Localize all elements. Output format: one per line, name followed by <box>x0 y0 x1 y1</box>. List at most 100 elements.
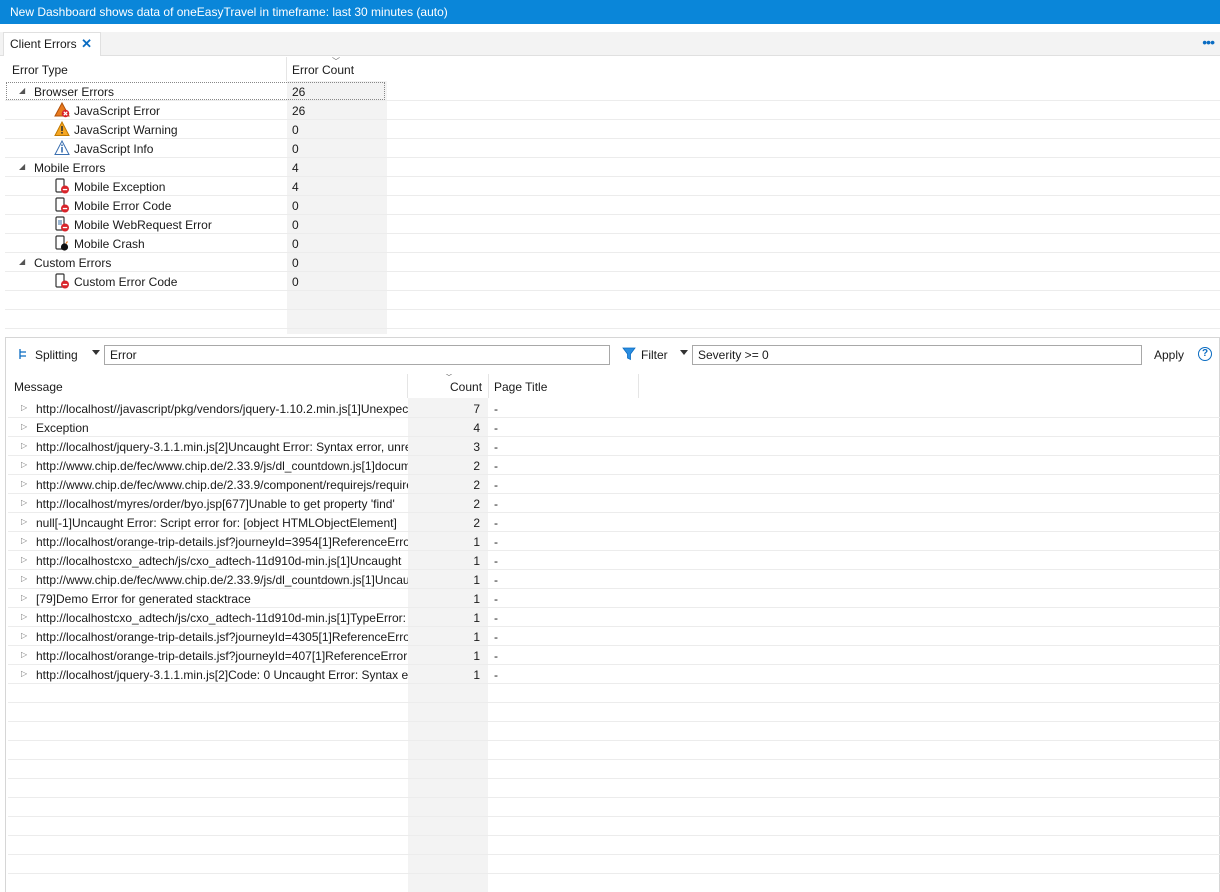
message-text: http://localhostcxo_adtech/js/cxo_adtech… <box>36 611 406 625</box>
expand-icon[interactable]: ▷ <box>21 555 27 564</box>
message-row[interactable]: ▷ Exception 4- <box>8 418 1220 437</box>
error-triangle-icon <box>54 102 70 118</box>
message-page-title: - <box>494 649 498 663</box>
custom-error-code-icon <box>55 273 69 289</box>
filter-dropdown-icon[interactable] <box>680 350 688 355</box>
tree-row-count: 0 <box>292 123 299 137</box>
tree-row-label: Browser Errors <box>34 85 115 99</box>
message-row[interactable]: ▷ http://localhost/orange-trip-details.js… <box>8 627 1220 646</box>
message-row-empty <box>8 817 1220 836</box>
expand-icon[interactable]: ▷ <box>21 422 27 431</box>
tree-row-label: Custom Error Code <box>74 275 178 289</box>
tree-row-custom-errors[interactable]: ◢ Custom Errors 0 <box>5 253 1220 272</box>
splitting-label[interactable]: Splitting <box>35 348 78 362</box>
message-text: http://localhost/myres/order/byo.jsp[677… <box>36 497 395 511</box>
message-page-title: - <box>494 592 498 606</box>
expand-icon[interactable]: ▷ <box>21 650 27 659</box>
messages-table: Message ﹀ Count Page Title ▷ http://local… <box>8 374 1220 892</box>
expand-icon[interactable]: ▷ <box>21 441 27 450</box>
expand-icon[interactable]: ▷ <box>21 517 27 526</box>
message-text: http://localhost/jquery-3.1.1.min.js[2]U… <box>36 440 408 454</box>
more-icon[interactable]: ••• <box>1202 34 1215 50</box>
message-text: http://localhost/orange-trip-details.jsf… <box>36 630 408 644</box>
column-header-error-type[interactable]: Error Type <box>12 63 68 77</box>
mobile-error-code-icon <box>55 197 69 213</box>
message-count: 1 <box>473 573 480 587</box>
message-count: 2 <box>473 478 480 492</box>
message-text: http://localhost/orange-trip-details.jsf… <box>36 535 408 549</box>
tree-row-mobile-errors[interactable]: ◢ Mobile Errors 4 <box>5 158 1220 177</box>
message-text: Exception <box>36 421 89 435</box>
message-page-title: - <box>494 630 498 644</box>
tree-row-label: Mobile Crash <box>74 237 145 251</box>
mobile-exception-icon <box>55 178 69 194</box>
column-header-page-title[interactable]: Page Title <box>494 380 547 394</box>
message-row-empty <box>8 874 1220 892</box>
message-page-title: - <box>494 402 498 416</box>
close-icon[interactable]: ✕ <box>81 36 92 52</box>
message-count: 1 <box>473 611 480 625</box>
filter-label[interactable]: Filter <box>641 348 668 362</box>
message-count: 2 <box>473 516 480 530</box>
expand-icon[interactable]: ▷ <box>21 460 27 469</box>
splitting-dropdown-icon[interactable] <box>92 350 100 355</box>
expand-icon[interactable]: ▷ <box>21 498 27 507</box>
window-title: New Dashboard shows data of oneEasyTrave… <box>0 0 1220 24</box>
tree-header: Error Type ﹀ Error Count <box>5 57 387 81</box>
message-page-title: - <box>494 497 498 511</box>
filter-input[interactable] <box>692 345 1142 365</box>
message-row[interactable]: ▷ http://localhost/jquery-3.1.1.min.js[2]… <box>8 665 1220 684</box>
column-separator <box>286 57 287 81</box>
tree-row-mobile-error-code[interactable]: Mobile Error Code 0 <box>5 196 1220 215</box>
tree-row-custom-error-code[interactable]: Custom Error Code 0 <box>5 272 1220 291</box>
column-header-count[interactable]: Count <box>450 380 482 394</box>
message-row[interactable]: ▷ [79]Demo Error for generated stacktrace… <box>8 589 1220 608</box>
expand-icon[interactable]: ▷ <box>21 574 27 583</box>
message-count: 1 <box>473 592 480 606</box>
tree-row-javascript-warning[interactable]: JavaScript Warning 0 <box>5 120 1220 139</box>
expand-icon[interactable]: ▷ <box>21 631 27 640</box>
tree-row-count: 0 <box>292 199 299 213</box>
message-row[interactable]: ▷ http://localhostcxo_adtech/js/cxo_adtec… <box>8 551 1220 570</box>
apply-button[interactable]: Apply <box>1154 348 1184 362</box>
message-row[interactable]: ▷ http://www.chip.de/fec/www.chip.de/2.33… <box>8 456 1220 475</box>
message-row[interactable]: ▷ http://localhostcxo_adtech/js/cxo_adtec… <box>8 608 1220 627</box>
message-row[interactable]: ▷ http://localhost//javascript/pkg/vendor… <box>8 399 1220 418</box>
mobile-webrequest-error-icon <box>55 216 69 232</box>
message-row-empty <box>8 722 1220 741</box>
message-row[interactable]: ▷ http://localhost/jquery-3.1.1.min.js[2]… <box>8 437 1220 456</box>
message-count: 4 <box>473 421 480 435</box>
column-header-message[interactable]: Message <box>14 380 63 394</box>
message-row[interactable]: ▷ null[-1]Uncaught Error: Script error fo… <box>8 513 1220 532</box>
collapse-icon[interactable]: ◢ <box>19 86 25 95</box>
expand-icon[interactable]: ▷ <box>21 479 27 488</box>
tree-row-empty <box>5 291 1220 310</box>
help-icon[interactable]: ? <box>1198 347 1212 361</box>
collapse-icon[interactable]: ◢ <box>19 162 25 171</box>
message-page-title: - <box>494 440 498 454</box>
message-row[interactable]: ▷ http://www.chip.de/fec/www.chip.de/2.33… <box>8 475 1220 494</box>
tree-row-browser-errors[interactable]: ◢ Browser Errors 26 <box>5 82 1220 101</box>
tab-client-errors[interactable]: Client Errors ✕ <box>3 32 101 56</box>
message-text: http://localhostcxo_adtech/js/cxo_adtech… <box>36 554 402 568</box>
collapse-icon[interactable]: ◢ <box>19 257 25 266</box>
splitting-input[interactable] <box>104 345 610 365</box>
message-text: http://www.chip.de/fec/www.chip.de/2.33.… <box>36 478 408 492</box>
expand-icon[interactable]: ▷ <box>21 403 27 412</box>
tree-row-mobile-exception[interactable]: Mobile Exception 4 <box>5 177 1220 196</box>
message-count: 1 <box>473 554 480 568</box>
message-row[interactable]: ▷ http://localhost/orange-trip-details.js… <box>8 532 1220 551</box>
tree-row-javascript-error[interactable]: JavaScript Error 26 <box>5 101 1220 120</box>
expand-icon[interactable]: ▷ <box>21 669 27 678</box>
column-header-error-count[interactable]: Error Count <box>292 63 354 77</box>
message-row[interactable]: ▷ http://localhost/orange-trip-details.js… <box>8 646 1220 665</box>
message-row[interactable]: ▷ http://localhost/myres/order/byo.jsp[67… <box>8 494 1220 513</box>
message-row[interactable]: ▷ http://www.chip.de/fec/www.chip.de/2.33… <box>8 570 1220 589</box>
expand-icon[interactable]: ▷ <box>21 536 27 545</box>
message-page-title: - <box>494 573 498 587</box>
tree-row-javascript-info[interactable]: JavaScript Info 0 <box>5 139 1220 158</box>
expand-icon[interactable]: ▷ <box>21 593 27 602</box>
tree-row-mobile-crash[interactable]: Mobile Crash 0 <box>5 234 1220 253</box>
tree-row-mobile-webrequest-error[interactable]: Mobile WebRequest Error 0 <box>5 215 1220 234</box>
expand-icon[interactable]: ▷ <box>21 612 27 621</box>
